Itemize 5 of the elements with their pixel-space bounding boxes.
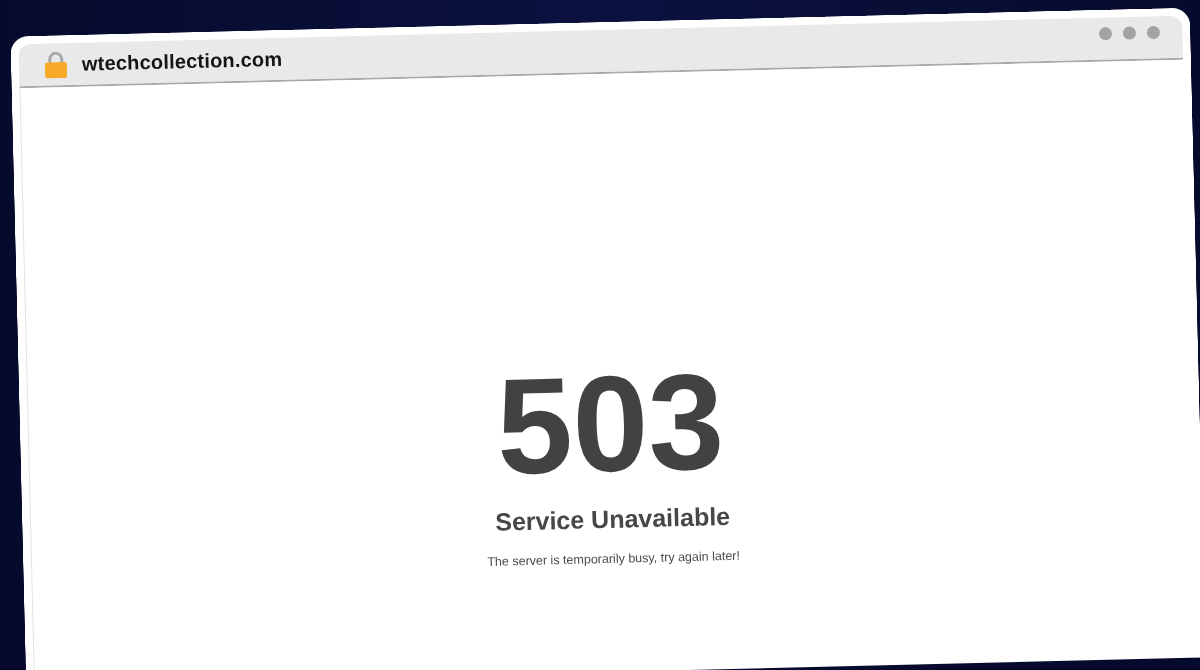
- error-title: Service Unavailable: [494, 500, 731, 537]
- window-controls-icon[interactable]: [1098, 25, 1161, 41]
- error-code: 503: [495, 353, 726, 495]
- error-message: The server is temporarily busy, try again later!: [487, 548, 741, 570]
- url-text[interactable]: wtechcollection.com: [81, 47, 283, 76]
